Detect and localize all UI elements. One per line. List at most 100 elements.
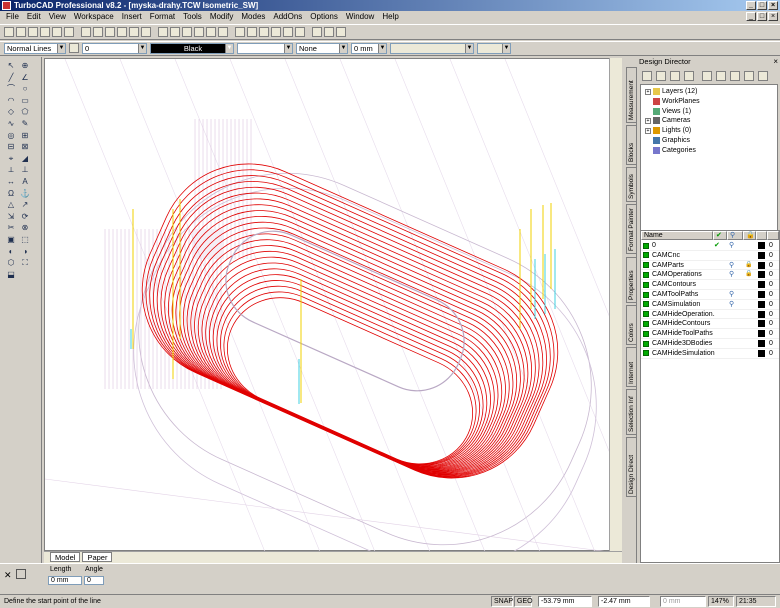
layer-row[interactable]: CAMHideToolPaths 0 [641, 329, 779, 339]
draw-tool-icon[interactable]: ⬠ [19, 106, 31, 117]
tab-model[interactable]: Model [50, 552, 81, 562]
length-input[interactable]: 0 mm [48, 576, 82, 585]
snap-icon[interactable]: ⚲ [729, 270, 734, 279]
lock-header-icon[interactable]: 🔒 [743, 231, 756, 240]
style-combo[interactable]: ▼ [390, 43, 474, 54]
doc-restore-button[interactable]: □ [757, 12, 767, 21]
draw-tool-icon[interactable]: ↗ [19, 199, 31, 210]
layer-color-swatch[interactable] [758, 320, 765, 328]
redraw-icon[interactable] [141, 27, 151, 37]
line-width-icon[interactable] [69, 43, 79, 53]
side-tab[interactable]: Selection Inf [626, 389, 637, 435]
expand-icon[interactable]: + [645, 127, 651, 134]
snap-indicator[interactable]: SNAP [491, 596, 513, 607]
draw-tool-icon[interactable]: ↖ [5, 60, 17, 71]
hidden-icon[interactable] [295, 27, 305, 37]
layer-row[interactable]: CAMToolPaths ⚲ 0 [641, 290, 779, 300]
draw-tool-icon[interactable]: ⊞ [19, 130, 31, 141]
layer-row[interactable]: CAMHideSimulation 0 [641, 349, 779, 359]
menu-workspace[interactable]: Workspace [70, 11, 118, 23]
insert-layer-icon[interactable] [642, 71, 652, 81]
layer-row[interactable]: CAMSimulation ⚲ 0 [641, 300, 779, 310]
color-header-icon[interactable] [756, 231, 767, 240]
snap-icon[interactable]: ⚲ [729, 290, 734, 299]
zoom-icon[interactable] [117, 27, 127, 37]
side-tab[interactable]: Properties [626, 257, 637, 303]
layer-color-swatch[interactable] [758, 271, 765, 279]
properties-icon[interactable] [702, 71, 712, 81]
open-icon[interactable] [16, 27, 26, 37]
draw-tool-icon[interactable]: ∿ [5, 118, 17, 129]
maximize-button[interactable]: □ [757, 1, 767, 10]
layer-icon[interactable] [182, 27, 192, 37]
save-icon[interactable] [28, 27, 38, 37]
tools-icon[interactable] [716, 71, 726, 81]
menu-window[interactable]: Window [342, 11, 378, 23]
line-style-combo[interactable]: Normal Lines ▼ [4, 43, 66, 54]
menu-edit[interactable]: Edit [23, 11, 45, 23]
drawing-canvas[interactable] [44, 58, 706, 571]
pan-icon[interactable] [129, 27, 139, 37]
snap-icon[interactable]: ⚲ [729, 300, 734, 309]
help-icon[interactable] [218, 27, 228, 37]
cut-icon[interactable] [52, 27, 62, 37]
layer-color-swatch[interactable] [758, 300, 765, 308]
draw-tool-icon[interactable]: ◐ [5, 246, 17, 257]
redo-icon[interactable] [105, 27, 115, 37]
snap-icon[interactable] [730, 71, 740, 81]
layer-color-swatch[interactable] [758, 251, 765, 259]
draw-tool-icon[interactable]: ⛶ [19, 257, 31, 268]
shade-icon[interactable] [283, 27, 293, 37]
menu-modify[interactable]: Modify [206, 11, 238, 23]
copy-icon[interactable] [64, 27, 74, 37]
draw-tool-icon[interactable]: ⊕ [19, 60, 31, 71]
menu-insert[interactable]: Insert [118, 11, 146, 23]
chevron-down-icon[interactable]: ▼ [339, 44, 347, 53]
draw-tool-icon[interactable]: ⊠ [19, 141, 31, 152]
layer-color-swatch[interactable] [758, 340, 765, 347]
draw-tool-icon[interactable]: ○ [19, 83, 31, 94]
close-button[interactable]: × [768, 1, 778, 10]
draw-tool-icon[interactable]: ⌒ [5, 83, 17, 94]
wire-icon[interactable] [271, 27, 281, 37]
pen-style-combo[interactable]: ▼ [237, 43, 293, 54]
chevron-down-icon[interactable]: ▼ [284, 44, 292, 53]
menu-tools[interactable]: Tools [179, 11, 206, 23]
lock-icon[interactable]: 🔒 [745, 261, 752, 270]
layer-color-swatch[interactable] [758, 330, 765, 338]
table-icon[interactable] [16, 569, 26, 579]
render-icon[interactable] [194, 27, 204, 37]
layer-row[interactable]: CAMContours 0 [641, 280, 779, 290]
snap-icon[interactable]: ⚲ [729, 241, 734, 250]
side-tab[interactable]: Blocks [626, 125, 637, 165]
new-icon[interactable] [4, 27, 14, 37]
draw-tool-icon[interactable]: ✎ [19, 118, 31, 129]
tree-node[interactable]: Graphics [645, 136, 690, 145]
visible-header-icon[interactable]: ✔ [713, 231, 727, 240]
menu-help[interactable]: Help [378, 11, 402, 23]
minimize-button[interactable]: _ [746, 1, 756, 10]
layer-color-swatch[interactable] [758, 349, 765, 357]
chevron-down-icon[interactable]: ▼ [138, 44, 146, 53]
layer-row[interactable]: 0 ✔ ⚲ 0 [641, 241, 779, 251]
layer-color-swatch[interactable] [758, 291, 765, 298]
draw-tool-icon[interactable]: ◑ [19, 246, 31, 257]
snap-icon[interactable] [158, 27, 168, 37]
draw-tool-icon[interactable]: ◠ [5, 95, 17, 106]
grid-icon[interactable] [170, 27, 180, 37]
geo-indicator[interactable]: GEO [514, 596, 533, 607]
draw-tool-icon[interactable]: ⬓ [5, 269, 17, 280]
menu-file[interactable]: File [2, 11, 23, 23]
draw-tool-icon[interactable]: ⊟ [5, 141, 17, 152]
draw-tool-icon[interactable]: ◢ [19, 153, 31, 164]
draw-tool-icon[interactable]: ◇ [5, 106, 17, 117]
draw-tool-icon[interactable]: ⇲ [5, 211, 17, 222]
layer-row[interactable]: CAMHideContours 0 [641, 319, 779, 330]
chevron-down-icon[interactable]: ▼ [378, 44, 386, 53]
close-icon[interactable] [744, 71, 754, 81]
draw-tool-icon[interactable]: ⚓ [19, 188, 31, 199]
menu-modes[interactable]: Modes [237, 11, 269, 23]
menu-addons[interactable]: AddOns [269, 11, 306, 23]
thickness-combo[interactable]: 0 mm ▼ [351, 43, 387, 54]
draw-tool-icon[interactable]: Ω [5, 188, 17, 199]
